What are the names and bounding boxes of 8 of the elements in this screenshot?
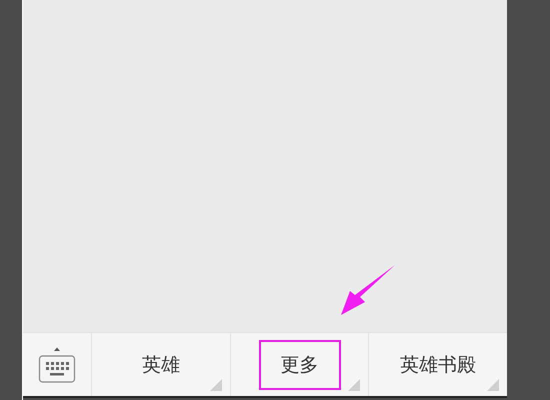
menu-item[interactable]: 更多 [258, 340, 340, 390]
menu-item[interactable]: 英雄书殿 [380, 340, 496, 390]
keyboard-icon[interactable] [38, 346, 76, 384]
menu-item[interactable]: 英雄 [122, 340, 200, 390]
corner-triangle-icon [210, 379, 222, 391]
annotation-arrow [340, 264, 396, 316]
corner-triangle-icon [348, 379, 360, 391]
corner-triangle-icon [487, 379, 500, 391]
